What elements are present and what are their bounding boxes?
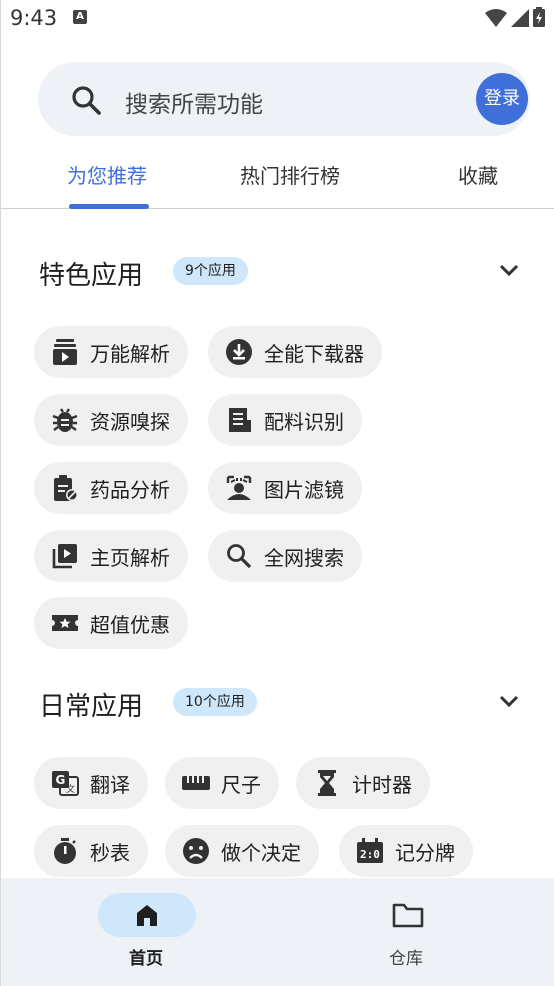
nav-warehouse-label[interactable]: 仓库 bbox=[389, 944, 423, 969]
chevron-down-icon[interactable] bbox=[498, 259, 520, 281]
app-chip-label: 全网搜索 bbox=[264, 545, 344, 570]
nav-home-button[interactable] bbox=[98, 893, 196, 937]
tab-bar: 为您推荐 热门排行榜 收藏 bbox=[1, 150, 554, 209]
app-chip-web-search[interactable]: 全网搜索 bbox=[208, 530, 362, 582]
search-bar[interactable]: 搜索所需功能 登录 bbox=[38, 62, 530, 136]
status-icons bbox=[485, 7, 545, 27]
app-chip-deals[interactable]: 超值优惠 bbox=[34, 597, 188, 649]
receipt-icon bbox=[224, 405, 254, 435]
app-chip-downloader[interactable]: 全能下载器 bbox=[208, 326, 382, 378]
login-button[interactable]: 登录 bbox=[476, 73, 528, 125]
notification-icon: A bbox=[73, 10, 87, 24]
stopwatch-icon bbox=[50, 836, 80, 866]
ruler-icon bbox=[181, 768, 211, 798]
svg-text:G: G bbox=[56, 773, 66, 787]
app-chip-resource-sniff[interactable]: 资源嗅探 bbox=[34, 394, 188, 446]
bottom-nav: 首页 仓库 bbox=[1, 878, 554, 986]
clipboard-icon bbox=[50, 473, 80, 503]
app-chip-label: 尺子 bbox=[221, 772, 261, 797]
tab-recommend[interactable]: 为您推荐 bbox=[67, 160, 147, 189]
app-chip-label: 主页解析 bbox=[90, 545, 170, 570]
tab-ranking[interactable]: 热门排行榜 bbox=[240, 160, 340, 189]
chevron-down-icon[interactable] bbox=[498, 690, 520, 712]
tab-indicator bbox=[69, 204, 149, 209]
ticket-icon bbox=[50, 608, 80, 638]
image-filter-icon bbox=[224, 473, 254, 503]
app-chip-make-decision[interactable]: 做个决定 bbox=[165, 825, 319, 877]
daily-count-badge: 10个应用 bbox=[173, 688, 257, 716]
app-chip-label: 记分牌 bbox=[395, 840, 455, 865]
svg-text:文: 文 bbox=[66, 783, 75, 795]
app-chip-label: 资源嗅探 bbox=[90, 409, 170, 434]
status-bar: 9:43 A bbox=[1, 0, 554, 38]
app-chip-label: 秒表 bbox=[90, 840, 130, 865]
app-chip-label: 超值优惠 bbox=[90, 612, 170, 637]
app-chip-label: 做个决定 bbox=[221, 840, 301, 865]
app-chip-label: 翻译 bbox=[90, 772, 130, 797]
svg-text:2:0: 2:0 bbox=[360, 848, 380, 861]
app-chip-homepage-parse[interactable]: 主页解析 bbox=[34, 530, 188, 582]
home-icon bbox=[137, 905, 157, 926]
download-icon bbox=[224, 337, 254, 367]
folder-icon[interactable] bbox=[392, 902, 424, 928]
search-placeholder[interactable]: 搜索所需功能 bbox=[125, 85, 263, 119]
bug-icon bbox=[50, 405, 80, 435]
translate-icon: G文 bbox=[50, 768, 80, 798]
app-chip-drug-analysis[interactable]: 药品分析 bbox=[34, 462, 188, 514]
wifi-icon bbox=[485, 9, 507, 27]
nav-home-label[interactable]: 首页 bbox=[129, 944, 163, 969]
app-chip-universal-parse[interactable]: 万能解析 bbox=[34, 326, 188, 378]
battery-icon bbox=[533, 7, 545, 27]
signal-icon bbox=[511, 9, 529, 27]
search-icon bbox=[72, 86, 101, 115]
section-title-featured: 特色应用 bbox=[39, 261, 144, 291]
tab-favorites[interactable]: 收藏 bbox=[458, 160, 498, 189]
app-chip-label: 计时器 bbox=[352, 772, 412, 797]
app-chip-stopwatch[interactable]: 秒表 bbox=[34, 825, 148, 877]
video-play-icon bbox=[50, 337, 80, 367]
app-chip-label: 全能下载器 bbox=[264, 341, 364, 366]
app-chip-timer[interactable]: 计时器 bbox=[296, 757, 430, 809]
app-chip-scoreboard[interactable]: 2:0 记分牌 bbox=[339, 825, 473, 877]
status-time: 9:43 bbox=[10, 6, 58, 30]
hourglass-icon bbox=[312, 768, 342, 798]
search-icon bbox=[224, 541, 254, 571]
app-chip-ruler[interactable]: 尺子 bbox=[165, 757, 279, 809]
app-chip-translate[interactable]: G文 翻译 bbox=[34, 757, 148, 809]
app-chip-ingredient-recognition[interactable]: 配料识别 bbox=[208, 394, 362, 446]
scoreboard-icon: 2:0 bbox=[355, 836, 385, 866]
featured-count-badge: 9个应用 bbox=[173, 257, 248, 285]
app-chip-image-filter[interactable]: 图片滤镜 bbox=[208, 462, 362, 514]
app-chip-label: 图片滤镜 bbox=[264, 477, 344, 502]
video-library-icon bbox=[50, 541, 80, 571]
decision-face-icon bbox=[181, 836, 211, 866]
app-chip-label: 万能解析 bbox=[90, 341, 170, 366]
section-title-daily: 日常应用 bbox=[39, 692, 144, 722]
app-chip-label: 配料识别 bbox=[264, 409, 344, 434]
app-screen: 9:43 A 搜索所需功能 登录 为您推荐 热门排行榜 收藏 特色应用 9个应用… bbox=[0, 0, 554, 986]
app-chip-label: 药品分析 bbox=[90, 477, 170, 502]
